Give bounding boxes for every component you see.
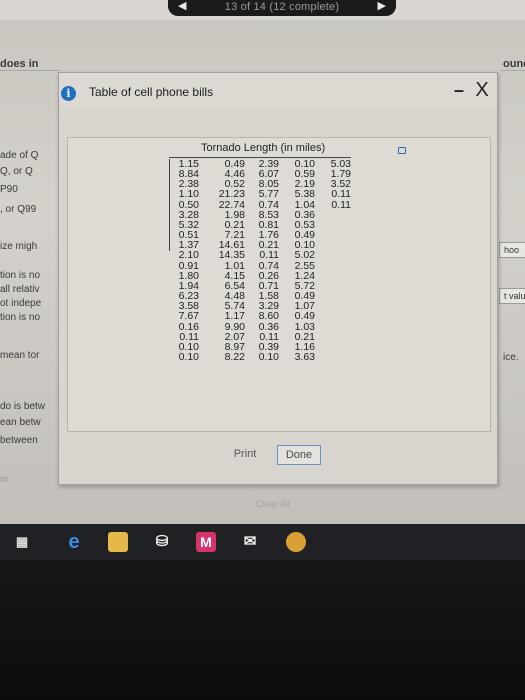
bg-text-left: tion is no bbox=[0, 270, 41, 281]
table-cell bbox=[315, 342, 351, 352]
table-cell: 0.49 bbox=[294, 310, 315, 323]
bg-text-right: ice. bbox=[503, 352, 519, 363]
table-cell: 1.17 bbox=[224, 310, 245, 323]
divider bbox=[500, 70, 525, 71]
table-cell bbox=[315, 311, 351, 321]
info-icon: i bbox=[61, 86, 76, 101]
bg-text-left: all relativ bbox=[0, 284, 40, 295]
dialog-header: i Table of cell phone bills – X bbox=[59, 73, 497, 109]
bg-chip[interactable]: hoo bbox=[499, 242, 525, 258]
bg-chip-label: t valu bbox=[504, 291, 525, 301]
cell-phone-bills-dialog: i Table of cell phone bills – X Tornado … bbox=[58, 72, 498, 485]
copy-data-icon[interactable] bbox=[398, 147, 406, 154]
table-cell bbox=[315, 322, 351, 332]
table-cell: 3.63 bbox=[294, 350, 315, 363]
table-cell bbox=[315, 230, 351, 240]
mail-icon[interactable]: M bbox=[196, 532, 216, 552]
edge-icon[interactable]: e bbox=[64, 532, 84, 552]
table-row: 0.10 8.22 0.10 3.63 bbox=[169, 350, 351, 363]
bg-text-left: Q, or Q bbox=[0, 166, 33, 177]
table-cell bbox=[315, 301, 351, 311]
store-icon[interactable]: ⛁ bbox=[152, 532, 172, 552]
table-cell bbox=[315, 281, 351, 291]
bg-text-left: mean tor bbox=[0, 350, 40, 361]
minimize-button[interactable]: – bbox=[450, 81, 468, 101]
table-title: Tornado Length (in miles) bbox=[201, 142, 326, 154]
dialog-title: Table of cell phone bills bbox=[89, 85, 214, 99]
bg-text-left: ot indepe bbox=[0, 298, 42, 309]
next-question-button[interactable]: ▶ bbox=[378, 0, 386, 12]
chrome-icon[interactable] bbox=[286, 532, 306, 552]
file-explorer-icon[interactable] bbox=[108, 532, 128, 552]
table-cell bbox=[315, 210, 351, 220]
bg-text-left: er bbox=[0, 474, 9, 485]
table-cell: 0.10 bbox=[258, 350, 279, 363]
task-view-icon[interactable]: ▦ bbox=[12, 532, 32, 552]
close-button[interactable]: X bbox=[471, 80, 493, 102]
tornado-length-table: 1.15 0.49 2.39 0.10 5.03 8.84 4.46 6.07 0.59 1.79… bbox=[169, 159, 351, 363]
bg-text-left: ize migh bbox=[0, 241, 38, 252]
table-cell bbox=[315, 261, 351, 271]
table-cell: 0.11 bbox=[331, 198, 351, 211]
table-cell: 7.67 bbox=[178, 310, 199, 323]
bg-text-left: between bbox=[0, 435, 38, 446]
bg-text-does-in: does in bbox=[0, 58, 39, 70]
clear-all-button[interactable]: Clear All bbox=[256, 499, 290, 509]
prev-question-button[interactable]: ◀ bbox=[178, 0, 186, 12]
table-cell bbox=[315, 220, 351, 230]
progress-label: 13 of 14 (12 complete) bbox=[224, 1, 340, 13]
bg-chip-label: hoo bbox=[504, 245, 520, 255]
table-panel: Tornado Length (in miles) 1.15 0.49 2.39 0.… bbox=[67, 137, 491, 432]
table-cell: 8.60 bbox=[258, 310, 279, 323]
bg-text-left: P90 bbox=[0, 184, 18, 195]
bg-text-left: tion is no bbox=[0, 312, 41, 323]
table-cell bbox=[315, 240, 351, 250]
bg-text-left: , or Q99 bbox=[0, 204, 37, 215]
bg-text-left: ean betw bbox=[0, 417, 41, 428]
done-button[interactable]: Done bbox=[277, 445, 321, 465]
table-cell bbox=[315, 352, 351, 362]
divider bbox=[0, 70, 60, 71]
table-cell bbox=[315, 250, 351, 260]
table-cell bbox=[315, 332, 351, 342]
bg-text-right: ound bbox=[503, 58, 525, 70]
photos-icon[interactable]: ✉ bbox=[240, 532, 260, 552]
bg-text-left: do is betw bbox=[0, 401, 46, 412]
print-button[interactable]: Print bbox=[226, 445, 264, 465]
table-cell bbox=[315, 291, 351, 301]
bg-text-left: ade of Q bbox=[0, 150, 39, 161]
table-row: 7.67 1.17 8.60 0.49 bbox=[169, 310, 351, 323]
table-cell: 0.10 bbox=[178, 350, 199, 363]
table-cell bbox=[315, 271, 351, 281]
question-nav: ◀ 13 of 14 (12 complete) ▶ bbox=[168, 0, 396, 16]
table-cell: 8.22 bbox=[224, 350, 245, 363]
bg-chip[interactable]: t valu bbox=[499, 288, 525, 304]
top-strip: ◀ 13 of 14 (12 complete) ▶ bbox=[0, 0, 525, 20]
